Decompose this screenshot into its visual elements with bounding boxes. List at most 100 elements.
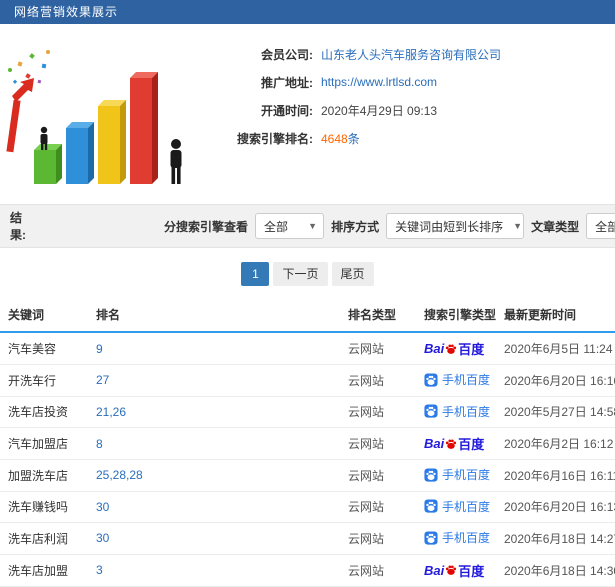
rank-type-cell: 云网站 (340, 396, 416, 428)
rank-link[interactable]: 9 (96, 342, 103, 356)
rank-cell: 8 (88, 427, 340, 460)
seo-rank-row: 搜索引擎排名: 4648条 (195, 124, 501, 152)
updated-time-cell: 2020年5月27日 14:58 (496, 396, 615, 428)
table-row: 洗车店利润 30 云网站 Bai 百度 (0, 522, 615, 555)
article-type-filter-select[interactable]: 全部 ▼ (586, 213, 615, 239)
promo-url-link[interactable]: https://www.lrtlsd.com (321, 75, 437, 89)
table-row: 汽车加盟店 8 云网站 Bai 百度 2020年6月2日 16:12 (0, 427, 615, 460)
mobile-baidu-icon (424, 404, 438, 418)
member-company-row: 会员公司: 山东老人头汽车服务咨询有限公司 (195, 40, 501, 68)
col-header-engine-type: 搜索引擎类型 (416, 298, 496, 333)
keyword-cell: 洗车店加盟 (0, 554, 88, 587)
baidu-logo: Bai 百度 (424, 341, 485, 357)
updated-time-cell: 2020年6月18日 14:27 (496, 522, 615, 555)
rank-link[interactable]: 25,28,28 (96, 468, 143, 482)
rank-link[interactable]: 3 (96, 563, 103, 577)
mobile-baidu-badge: 手机百度 (424, 371, 490, 388)
baidu-paw-icon (446, 565, 457, 575)
updated-time-cell: 2020年6月18日 14:30 (496, 554, 615, 587)
mobile-baidu-icon (424, 499, 438, 513)
promo-url-label: 推广地址: (261, 75, 313, 90)
table-row: 洗车店加盟 3 云网站 Bai 百度 2020年6月18日 14:30 (0, 554, 615, 587)
app-header: 网络营销效果展示 (0, 0, 615, 24)
table-row: 洗车赚钱吗 30 云网站 Bai 百度 (0, 491, 615, 523)
chevron-down-icon: ▼ (308, 221, 318, 231)
table-row: 汽车美容 9 云网站 Bai 百度 2020年6月5日 11:24 (0, 332, 615, 365)
baidu-paw-icon (446, 439, 457, 449)
baidu-paw-icon (446, 344, 457, 354)
engine-filter-select[interactable]: 全部 ▼ (255, 213, 325, 239)
col-header-keyword: 关键词 (0, 298, 88, 333)
mobile-baidu-badge: 手机百度 (424, 529, 490, 546)
rank-cell: 9 (88, 332, 340, 365)
result-section-label: 结果: (10, 211, 26, 242)
col-header-updated: 最新更新时间 (496, 298, 615, 333)
engine-type-cell: Bai 百度 手机百度 (416, 459, 496, 492)
col-header-rank-type: 排名类型 (340, 298, 416, 333)
table-header-row: 关键词 排名 排名类型 搜索引擎类型 最新更新时间 (0, 298, 615, 333)
rank-cell: 27 (88, 364, 340, 397)
rank-link[interactable]: 21,26 (96, 405, 126, 419)
keyword-cell: 加盟洗车店 (0, 459, 88, 492)
updated-time-cell: 2020年6月20日 16:16 (496, 364, 615, 397)
member-company-link[interactable]: 山东老人头汽车服务咨询有限公司 (321, 46, 501, 63)
keyword-cell: 汽车美容 (0, 332, 88, 365)
rank-type-cell: 云网站 (340, 554, 416, 587)
seo-rank-value: 4648条 (321, 130, 360, 147)
rank-link[interactable]: 27 (96, 373, 109, 387)
chevron-down-icon: ▼ (513, 221, 523, 231)
mobile-baidu-badge: 手机百度 (424, 466, 490, 483)
page-title: 网络营销效果展示 (14, 5, 119, 19)
rank-type-cell: 云网站 (340, 364, 416, 397)
sort-filter-label: 排序方式 (331, 219, 380, 234)
member-info-list: 会员公司: 山东老人头汽车服务咨询有限公司 推广地址: https://www.… (195, 32, 501, 190)
rank-type-cell: 云网站 (340, 427, 416, 460)
next-page-button[interactable]: 下一页 (273, 262, 328, 286)
rank-cell: 3 (88, 554, 340, 587)
sort-filter-value: 关键词由短到长排序 (395, 219, 504, 234)
rank-link[interactable]: 30 (96, 500, 109, 514)
filter-bar: 结果: 分搜索引擎查看 全部 ▼ 排序方式 关键词由短到长排序 ▼ 文章类型 全… (0, 204, 615, 248)
rank-cell: 30 (88, 491, 340, 523)
engine-type-cell: Bai 百度 手机百度 (416, 491, 496, 523)
ranking-table: 关键词 排名 排名类型 搜索引擎类型 最新更新时间 汽车美容 9 云网站 Bai (0, 298, 615, 587)
open-time-label: 开通时间: (261, 103, 313, 118)
bar-chart-illustration (0, 32, 195, 190)
rank-cell: 30 (88, 522, 340, 555)
rank-cell: 21,26 (88, 396, 340, 428)
mobile-baidu-badge: 手机百度 (424, 403, 490, 420)
seo-rank-unit: 条 (347, 131, 360, 146)
mobile-baidu-icon (424, 530, 438, 545)
col-header-rank: 排名 (88, 298, 340, 333)
sort-filter-select[interactable]: 关键词由短到长排序 ▼ (386, 213, 525, 239)
keyword-cell: 汽车加盟店 (0, 427, 88, 460)
page-1-button[interactable]: 1 (241, 262, 270, 286)
engine-type-cell: Bai 百度 手机百度 (416, 427, 496, 460)
promo-url-row: 推广地址: https://www.lrtlsd.com (195, 68, 501, 96)
keyword-cell: 洗车店投资 (0, 396, 88, 428)
keyword-cell: 洗车赚钱吗 (0, 491, 88, 523)
filter-controls: 分搜索引擎查看 全部 ▼ 排序方式 关键词由短到长排序 ▼ 文章类型 全部 ▼ … (164, 213, 615, 239)
rank-type-cell: 云网站 (340, 522, 416, 555)
engine-type-cell: Bai 百度 手机百度 (416, 522, 496, 555)
growth-chart-icon (6, 50, 182, 184)
member-company-label: 会员公司: (261, 47, 313, 62)
member-info-section: 会员公司: 山东老人头汽车服务咨询有限公司 推广地址: https://www.… (0, 24, 615, 204)
baidu-logo: Bai 百度 (424, 436, 485, 452)
table-row: 洗车店投资 21,26 云网站 Bai 百度 (0, 396, 615, 428)
engine-type-cell: Bai 百度 手机百度 (416, 332, 496, 365)
seo-rank-count: 4648 (321, 131, 348, 146)
rank-link[interactable]: 8 (96, 437, 103, 451)
last-page-button[interactable]: 尾页 (331, 262, 374, 286)
engine-type-cell: Bai 百度 手机百度 (416, 396, 496, 428)
engine-filter-label: 分搜索引擎查看 (163, 219, 248, 234)
open-time-row: 开通时间: 2020年4月29日 09:13 (195, 96, 501, 124)
table-row: 开洗车行 27 云网站 Bai 百度 (0, 364, 615, 397)
pagination: 1 下一页 尾页 (0, 248, 615, 298)
mobile-baidu-badge: 手机百度 (424, 498, 490, 515)
article-type-filter-label: 文章类型 (531, 219, 580, 234)
open-time-value: 2020年4月29日 09:13 (321, 103, 438, 118)
rank-link[interactable]: 30 (96, 531, 109, 545)
engine-filter-value: 全部 (264, 219, 289, 234)
baidu-logo: Bai 百度 (424, 562, 485, 579)
